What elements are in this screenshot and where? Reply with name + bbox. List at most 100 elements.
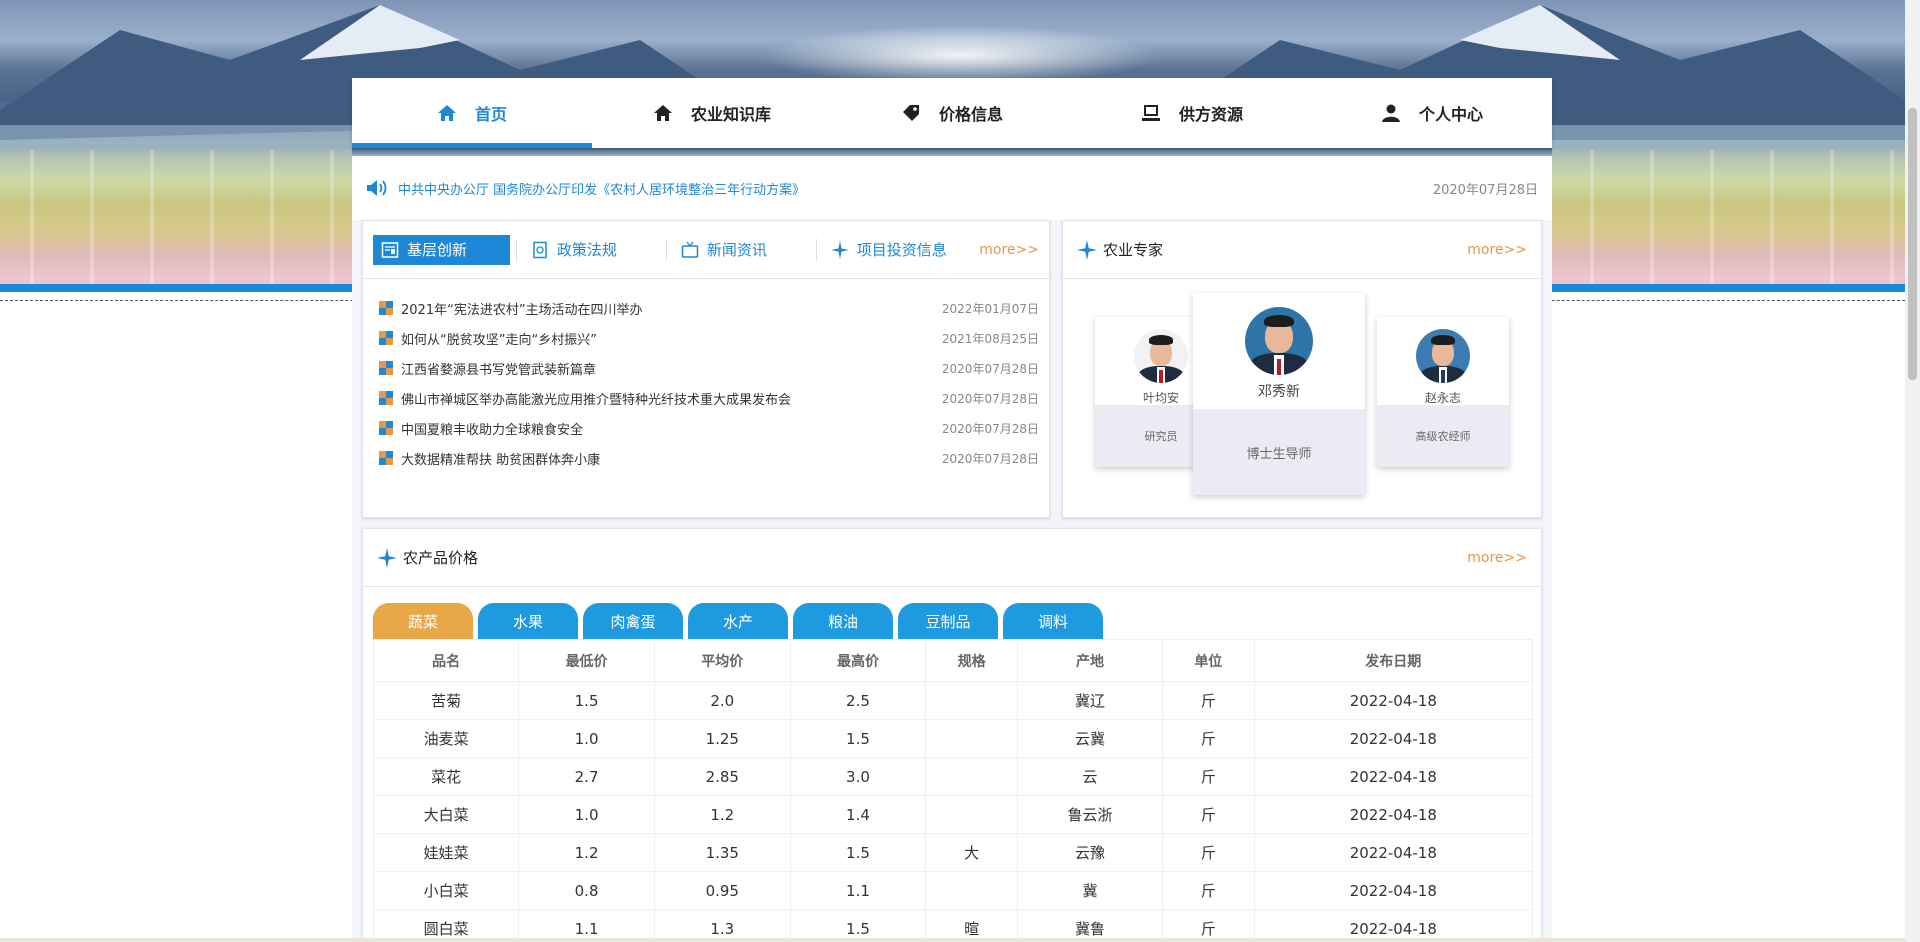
list-item[interactable]: 中国夏粮丰收助力全球粮食安全 2020年07月28日 [379,413,1039,443]
price-more-link[interactable]: more>> [1467,550,1527,566]
table-cell: 斤 [1162,833,1255,872]
news-title: 江西省婺源县书写党管武装新篇章 [401,362,597,378]
sparkle-icon [377,547,397,568]
table-cell: 2022-04-18 [1253,871,1534,910]
column-header: 最高价 [789,639,927,682]
table-cell: 小白菜 [372,871,520,910]
tab-seasoning[interactable]: 调料 [1003,603,1103,639]
price-title: 农产品价格 [403,549,479,567]
square-bullet-icon [379,421,393,435]
nav-item-knowledge[interactable]: 农业知识库 [592,78,832,148]
experts-more-link[interactable]: more>> [1467,242,1527,258]
news-title: 中国夏粮丰收助力全球粮食安全 [401,422,584,438]
tab-news[interactable]: 新闻资讯 [673,235,810,265]
expert-role-text: 博士生导师 [1246,446,1312,462]
notice-bar: 中共中央办公厅 国务院办公厅印发《农村人居环境整治三年行动方案》 2020年07… [352,156,1552,220]
user-icon [1381,104,1400,122]
expert-name: 邓秀新 [1258,384,1300,400]
tab-soy-products[interactable]: 豆制品 [898,603,998,639]
experts-panel: 农业专家 more>> 叶均安 研究员 赵永志 高级农经师 邓秀新 博士生导师 [1062,220,1542,518]
list-item[interactable]: 大数据精准帮扶 助贫困群体奔小康 2020年07月28日 [379,443,1039,473]
tag-icon [902,105,919,121]
news-date: 2020年07月28日 [941,391,1039,406]
table-header-row: 品名 最低价 平均价 最高价 规格 产地 单位 发布日期 [372,639,1534,682]
tab-grassroots-innovation[interactable]: 基层创新 [373,234,510,265]
nav-item-home[interactable]: 首页 [352,78,592,148]
table-cell: 1.2 [518,833,655,872]
list-item[interactable]: 2021年“宪法进农村”主场活动在四川举办 2022年01月07日 [379,293,1039,323]
table-row: 小白菜 0.8 0.95 1.1 冀斤 2022-04-18 [372,871,1534,910]
document-icon [533,241,547,258]
avatar [1416,329,1470,383]
square-bullet-icon [379,361,393,375]
table-cell: 2022-04-18 [1253,757,1534,796]
news-title: 大数据精准帮扶 助贫困群体奔小康 [401,452,601,468]
table-cell: 2022-04-18 [1253,833,1534,872]
experts-title: 农业专家 [1103,241,1164,259]
news-date: 2020年07月28日 [941,361,1039,376]
table-cell: 1.1 [789,871,927,910]
news-more-link[interactable]: more>> [979,242,1039,258]
table-cell: 大白菜 [372,795,520,834]
news-date: 2022年01月07日 [941,301,1039,316]
table-cell: 1.0 [518,795,655,834]
table-cell: 斤 [1162,719,1255,758]
tab-policy-regulations[interactable]: 政策法规 [523,235,660,265]
notice-link[interactable]: 中共中央办公厅 国务院办公厅印发《农村人居环境整治三年行动方案》 [398,179,1433,198]
tv-icon [681,241,699,258]
notice-date: 2020年07月28日 [1432,182,1538,198]
table-cell: 云冀 [1016,719,1164,758]
tab-label: 基层创新 [407,241,468,259]
table-row: 菜花 2.7 2.85 3.0 云斤 2022-04-18 [372,757,1534,796]
table-cell: 鲁云浙 [1016,795,1164,834]
column-header: 单位 [1162,639,1255,682]
square-bullet-icon [379,391,393,405]
nav-item-profile[interactable]: 个人中心 [1312,78,1552,148]
table-cell: 1.0 [518,719,655,758]
nav-item-price[interactable]: 价格信息 [832,78,1072,148]
expert-role: 高级农经师 [1377,405,1509,467]
list-item[interactable]: 如何从“脱贫攻坚”走向“乡村振兴” 2021年08月25日 [379,323,1039,353]
column-header: 品名 [372,639,520,682]
scrollbar-thumb[interactable] [1908,108,1917,380]
nav-item-label: 供方资源 [1178,105,1243,124]
tab-grain-oil[interactable]: 粮油 [793,603,893,639]
table-cell: 娃娃菜 [372,833,520,872]
tab-separator [515,238,517,261]
table-cell: 2.0 [653,681,791,720]
table-cell: 1.5 [518,681,655,720]
table-row: 大白菜 1.0 1.2 1.4 鲁云浙斤 2022-04-18 [372,795,1534,834]
tab-meat-poultry-egg[interactable]: 肉禽蛋 [583,603,683,639]
table-cell: 2.85 [653,757,791,796]
table-cell: 3.0 [789,757,927,796]
price-table: 品名 最低价 平均价 最高价 规格 产地 单位 发布日期 苦菊 1.5 2.0 2.5… [372,639,1534,942]
news-title: 佛山市禅城区举办高能激光应用推介暨特种光纤技术重大成果发布会 [401,392,792,408]
list-item[interactable]: 江西省婺源县书写党管武装新篇章 2020年07月28日 [379,353,1039,383]
tab-vegetables[interactable]: 蔬菜 [373,603,473,639]
tab-investment[interactable]: 项目投资信息 [823,235,979,265]
news-date: 2020年07月28日 [941,421,1039,436]
expert-card-right[interactable]: 赵永志 高级农经师 [1377,317,1509,467]
table-cell: 1.25 [653,719,791,758]
square-bullet-icon [379,451,393,465]
speaker-icon [367,180,387,196]
home-icon [437,105,456,121]
nav-item-label: 农业知识库 [690,105,771,124]
nav-item-supply[interactable]: 供方资源 [1072,78,1312,148]
table-cell: 斤 [1162,681,1255,720]
tab-aquatic[interactable]: 水产 [688,603,788,639]
column-header: 产地 [1016,639,1164,682]
table-cell: 冀 [1016,871,1164,910]
news-date: 2020年07月28日 [941,451,1039,466]
table-row: 苦菊 1.5 2.0 2.5 冀辽斤 2022-04-18 [372,681,1534,720]
expert-card-center[interactable]: 邓秀新 博士生导师 [1193,293,1365,495]
page-scrollbar[interactable] [1905,0,1920,942]
newspaper-icon [381,241,399,258]
expert-name: 赵永志 [1424,391,1461,405]
tab-fruit[interactable]: 水果 [478,603,578,639]
expert-role-text: 高级农经师 [1415,430,1471,443]
price-category-tabs: 蔬菜 水果 肉禽蛋 水产 粮油 豆制品 调料 [363,587,1541,639]
list-item[interactable]: 佛山市禅城区举办高能激光应用推介暨特种光纤技术重大成果发布会 2020年07月2… [379,383,1039,413]
avatar [1245,307,1313,375]
table-cell: 斤 [1162,871,1255,910]
